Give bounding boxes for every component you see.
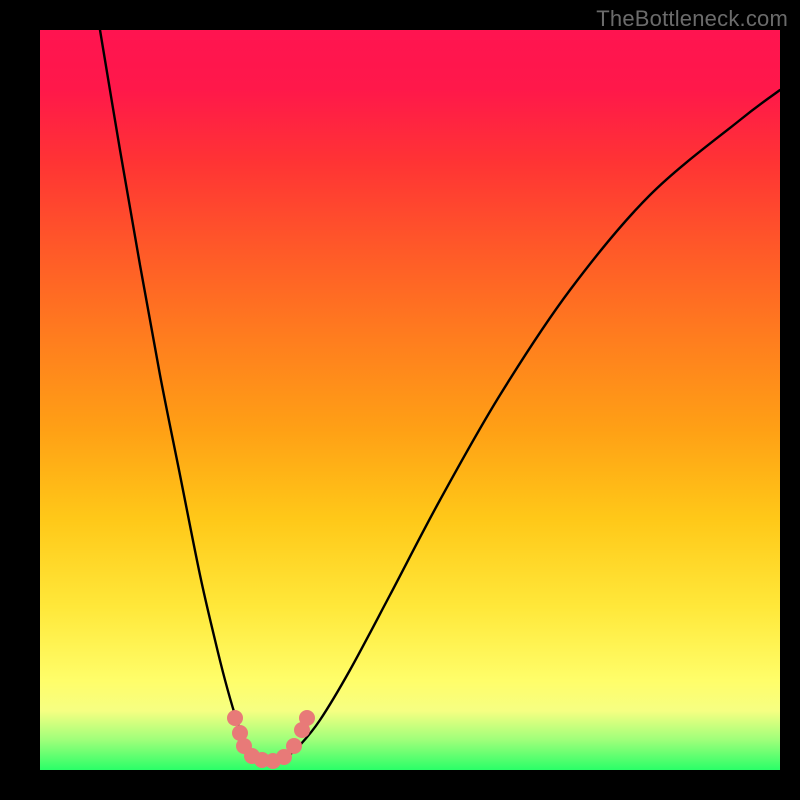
marker-dot	[286, 738, 302, 754]
curve-svg	[40, 30, 780, 770]
marker-cluster	[227, 710, 315, 769]
marker-dot	[299, 710, 315, 726]
plot-area	[40, 30, 780, 770]
watermark-text: TheBottleneck.com	[596, 6, 788, 32]
marker-dot	[227, 710, 243, 726]
chart-frame: TheBottleneck.com	[0, 0, 800, 800]
bottleneck-curve	[100, 30, 780, 762]
